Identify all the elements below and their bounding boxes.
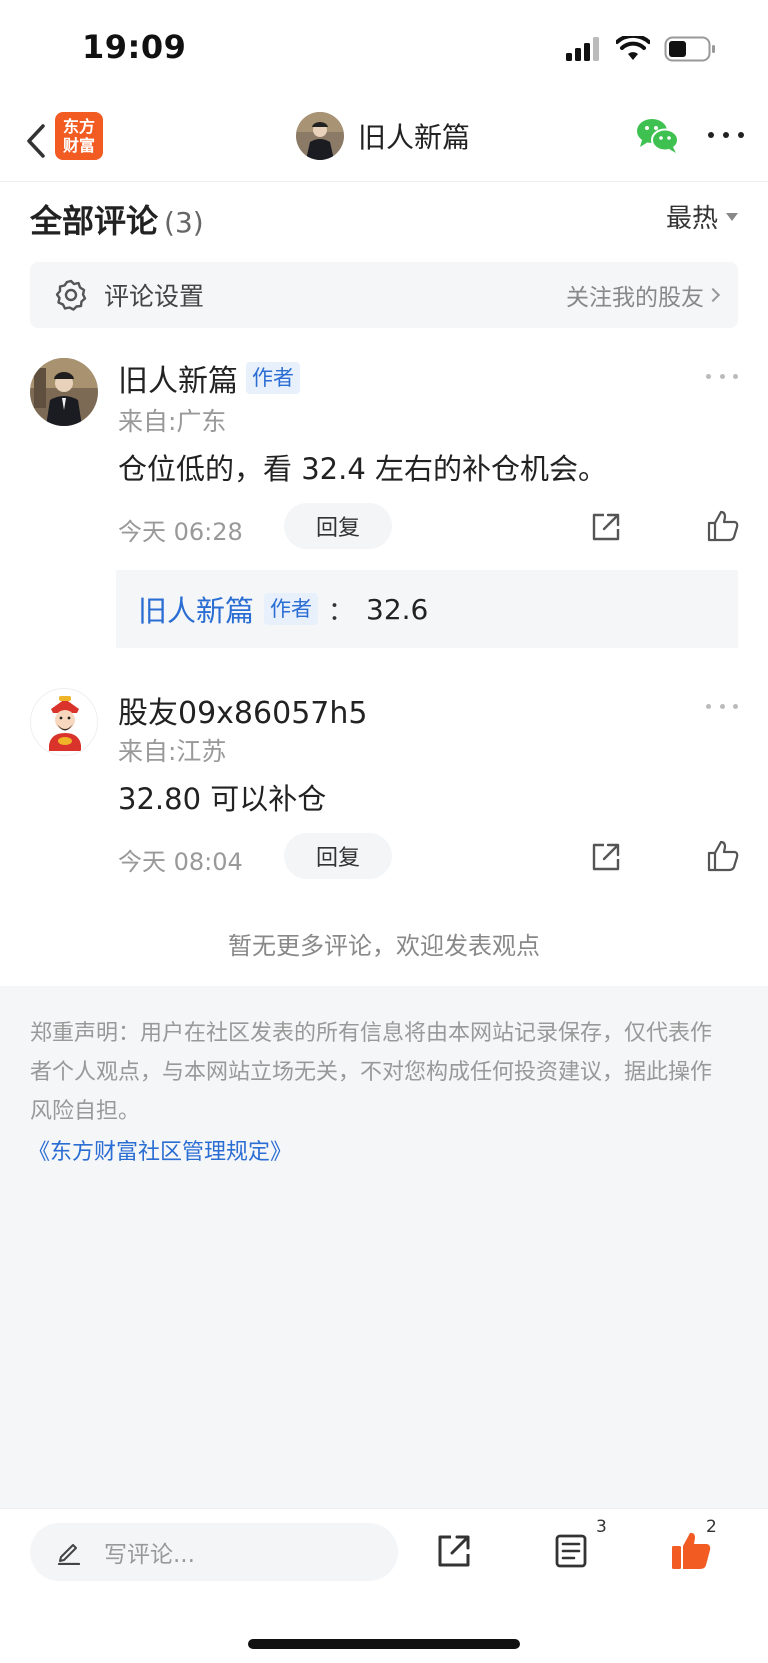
community-rules-link[interactable]: 《东方财富社区管理规定》	[28, 1134, 292, 1166]
commenter-location: 来自:广东	[118, 407, 227, 436]
dot	[738, 132, 744, 138]
back-button[interactable]	[16, 116, 56, 166]
disclaimer-text: 郑重声明：用户在社区发表的所有信息将由本网站记录保存，仅代表作者个人观点，与本网…	[30, 1021, 713, 1124]
eastmoney-logo[interactable]: 东方 财富	[55, 112, 103, 160]
home-indicator	[248, 1639, 520, 1649]
battery-icon	[664, 36, 715, 62]
gear-icon	[55, 279, 87, 311]
follow-friends-link[interactable]: 关注我的股友	[566, 278, 704, 312]
comments-count: (3)	[164, 206, 204, 239]
logo-line1: 东方	[62, 117, 95, 136]
dot	[706, 373, 711, 379]
bottom-bar: 写评论... 3 2	[0, 1508, 768, 1663]
sub-reply-text: 32.6	[366, 592, 429, 626]
dot	[719, 373, 725, 379]
sub-reply[interactable]: 旧人新篇 作者 ： 32.6	[116, 570, 738, 648]
commenter-name-row: 旧人新篇 作者	[118, 356, 300, 400]
comment-text: 仓位低的，看 32.4 左右的补仓机会。	[118, 452, 608, 486]
author-badge: 作者	[246, 362, 300, 394]
nav-title: 旧人新篇	[358, 121, 471, 154]
sub-reply-name[interactable]: 旧人新篇	[138, 588, 254, 630]
comment-settings-bar[interactable]: 评论设置 关注我的股友	[30, 262, 738, 328]
commenter-avatar[interactable]	[30, 688, 98, 756]
back-arrow-icon	[27, 124, 45, 158]
share-icon[interactable]	[590, 841, 622, 873]
status-bar: 19:09	[0, 0, 768, 100]
commenter-location: 来自:江苏	[118, 737, 227, 766]
dot	[733, 373, 738, 379]
reply-button[interactable]: 回复	[284, 833, 392, 879]
status-time: 19:09	[82, 28, 187, 66]
dot	[719, 703, 725, 709]
comment-time: 今天 06:28	[118, 518, 243, 546]
no-more-comments: 暂无更多评论，欢迎发表观点	[228, 932, 540, 960]
reply-label: 回复	[315, 846, 360, 871]
dot	[723, 132, 729, 138]
commenter-avatar[interactable]	[30, 358, 98, 426]
sort-label: 最热	[665, 204, 718, 234]
comment-text: 32.80 可以补仓	[118, 782, 327, 816]
like-icon[interactable]	[706, 509, 740, 543]
cellular-signal-icon	[566, 37, 599, 61]
author-avatar	[296, 112, 344, 160]
wechat-icon	[637, 119, 679, 153]
dot	[733, 703, 738, 709]
caret-down-icon	[726, 212, 738, 221]
dot	[706, 703, 711, 709]
reply-label: 回复	[315, 516, 360, 541]
comment-more-button[interactable]	[706, 371, 738, 381]
comments-header: 全部评论 (3) 最热	[30, 196, 738, 240]
logo-line2: 财富	[62, 136, 95, 155]
more-options-button[interactable]	[708, 120, 744, 150]
disclaimer-area: 郑重声明：用户在社区发表的所有信息将由本网站记录保存，仅代表作者个人观点，与本网…	[0, 986, 768, 1508]
settings-label: 评论设置	[104, 282, 205, 311]
comment-time: 今天 08:04	[118, 848, 243, 876]
like-icon[interactable]	[706, 839, 740, 873]
commenter-name-row: 股友09x86057h5	[118, 688, 367, 732]
commenter-name[interactable]: 股友09x86057h5	[118, 688, 367, 732]
like-count-badge: 2	[706, 1517, 717, 1537]
share-icon[interactable]	[436, 1533, 472, 1569]
dot	[708, 132, 714, 138]
nav-author[interactable]: 旧人新篇	[296, 112, 470, 160]
commenter-name[interactable]: 旧人新篇	[118, 356, 238, 400]
author-badge: 作者	[264, 593, 319, 625]
nav-bar: 东方 财富 旧人新篇	[0, 100, 768, 182]
status-icons	[566, 36, 716, 62]
write-comment-input[interactable]: 写评论...	[30, 1523, 398, 1581]
wechat-share-button[interactable]	[636, 116, 680, 156]
comment-placeholder: 写评论...	[104, 1542, 195, 1568]
wifi-icon	[616, 36, 650, 60]
comment-count-badge: 3	[596, 1517, 607, 1537]
sub-reply-colon: ：	[328, 596, 355, 627]
comments-list-icon[interactable]	[554, 1533, 588, 1569]
reply-button[interactable]: 回复	[284, 503, 392, 549]
chevron-right-icon	[705, 287, 721, 303]
pencil-icon	[57, 1544, 81, 1565]
comments-title: 全部评论	[30, 202, 159, 240]
sort-dropdown[interactable]: 最热	[666, 198, 738, 235]
comment-more-button[interactable]	[706, 701, 738, 711]
share-icon[interactable]	[590, 511, 622, 543]
